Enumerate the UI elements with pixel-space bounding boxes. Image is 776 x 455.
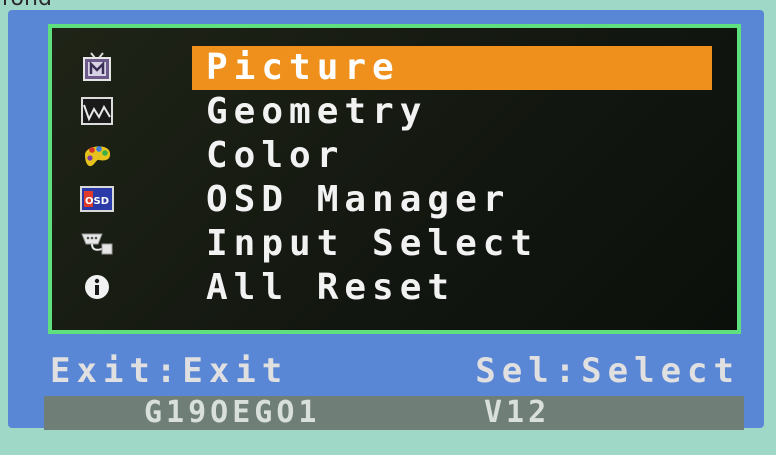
menu-item-geometry[interactable]: Geometry — [80, 90, 740, 134]
menu-item-label: OSD Manager — [206, 179, 511, 220]
osd-menu: Picture Geometry Color OSD OSD Manager I… — [80, 46, 740, 310]
info-icon — [80, 272, 114, 302]
select-hint: Sel:Select — [475, 351, 740, 391]
menu-item-label: All Reset — [206, 267, 456, 308]
model-number: G19OEGO1 — [144, 395, 321, 430]
menu-item-label: Input Select — [206, 223, 539, 264]
menu-item-label: Color — [206, 135, 345, 176]
svg-text:OSD: OSD — [85, 196, 109, 207]
tv-picture-icon — [80, 52, 114, 82]
geometry-waveform-icon — [80, 96, 114, 126]
color-palette-icon — [80, 140, 114, 170]
menu-item-label: Picture — [192, 46, 712, 90]
osd-frame: Picture Geometry Color OSD OSD Manager I… — [8, 10, 764, 430]
menu-item-all-reset[interactable]: All Reset — [80, 266, 740, 310]
model-info-bar: G19OEGO1 V12 — [44, 396, 744, 430]
menu-item-input-select[interactable]: Input Select — [80, 222, 740, 266]
osd-icon: OSD — [80, 184, 114, 214]
menu-item-label: Geometry — [206, 91, 428, 132]
osd-status-bar: Exit:Exit Sel:Select — [8, 350, 764, 392]
menu-item-picture[interactable]: Picture — [80, 46, 740, 90]
menu-item-osd-manager[interactable]: OSD OSD Manager — [80, 178, 740, 222]
osd-main-panel: Picture Geometry Color OSD OSD Manager I… — [48, 24, 741, 334]
firmware-version: V12 — [484, 395, 551, 430]
exit-hint: Exit:Exit — [50, 351, 289, 391]
input-connector-icon — [80, 228, 114, 258]
menu-item-color[interactable]: Color — [80, 134, 740, 178]
